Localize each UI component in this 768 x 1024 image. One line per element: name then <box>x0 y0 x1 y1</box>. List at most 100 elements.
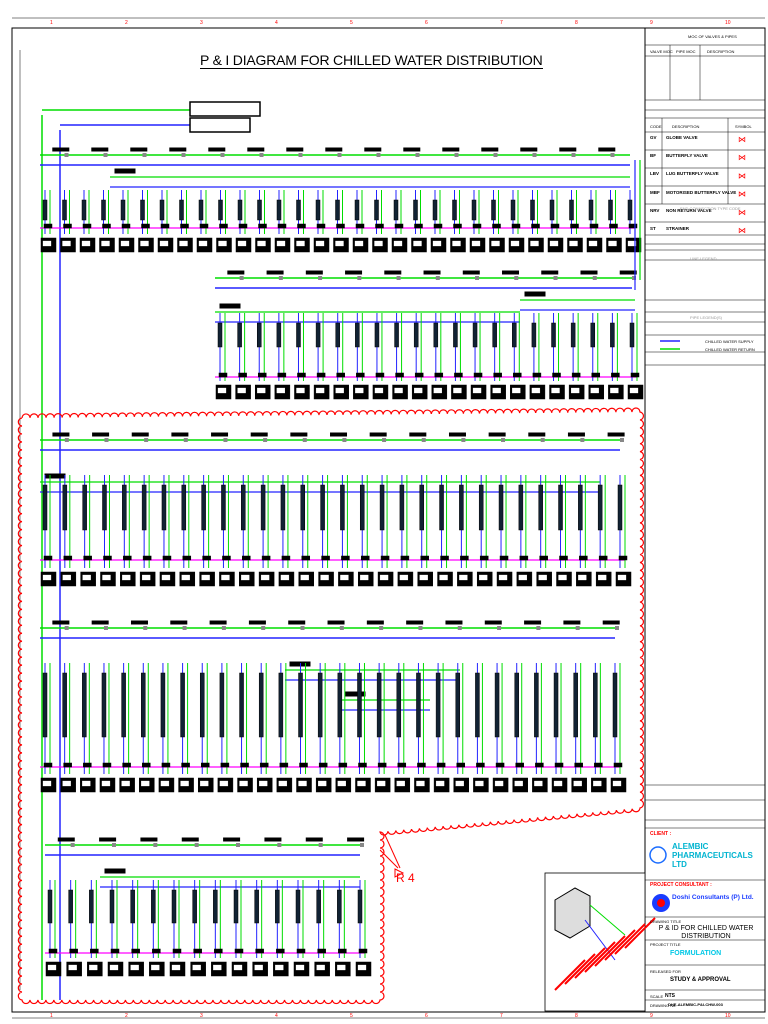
isolation-valve-icon <box>338 948 347 954</box>
isolation-valve-icon <box>122 762 131 768</box>
ahu-unit-label <box>549 240 559 247</box>
line-tag <box>305 270 323 275</box>
isolation-valve-icon <box>43 223 53 229</box>
line-tag <box>44 473 66 479</box>
pipe-fitting-icon <box>339 626 344 630</box>
line-tag <box>170 620 188 625</box>
ahu-unit-label <box>109 964 119 971</box>
drawing-title: P & I DIAGRAM FOR CHILLED WATER DISTRIBU… <box>200 52 543 69</box>
ahu-unit-label <box>432 240 442 247</box>
ahu-unit-label <box>62 574 71 581</box>
grid-column-number: 7 <box>500 1013 503 1019</box>
ahu-unit-label <box>573 780 582 787</box>
isolation-valve-icon <box>316 223 326 229</box>
valve-train-icon <box>68 889 73 924</box>
valve-train-icon <box>578 484 583 531</box>
pipe-fitting-icon <box>461 438 466 442</box>
isolation-valve-icon <box>598 555 608 561</box>
line-tag <box>524 620 542 625</box>
pipe-legend-heading: PIPE LEGEND(S) <box>690 315 723 320</box>
isolation-valve-icon <box>242 555 251 561</box>
isolation-valve-icon <box>43 555 53 561</box>
pipe-fitting-icon <box>620 438 624 442</box>
isolation-valve-icon <box>454 372 463 378</box>
isolation-valve-icon <box>513 372 522 378</box>
valve-train-icon <box>320 484 325 531</box>
valve-train-icon <box>233 889 239 924</box>
valve-train-icon <box>340 484 345 531</box>
ahu-unit-label <box>475 780 484 787</box>
line-tag <box>91 147 109 152</box>
valve-train-icon <box>300 484 306 531</box>
valve-train-icon <box>335 322 340 348</box>
isolation-valve-icon <box>83 555 92 561</box>
valve-train-icon <box>478 484 484 531</box>
ahu-unit-label <box>416 780 425 787</box>
ahu-unit-label <box>335 240 344 247</box>
valve-train-icon <box>590 322 596 348</box>
valve-description: BUTTERFLY VALVE <box>666 153 708 159</box>
valve-train-icon <box>494 672 500 738</box>
ahu-unit-label <box>318 780 327 787</box>
isolation-valve-icon <box>460 555 469 561</box>
valve-col-desc: DESCRIPTION <box>672 124 700 129</box>
isolation-valve-icon <box>539 555 548 561</box>
grid-column-number: 5 <box>350 1013 353 1019</box>
ahu-unit-label <box>570 387 580 394</box>
valve-train-icon <box>335 199 340 221</box>
ahu-unit-label <box>590 387 599 394</box>
valve-train-icon <box>492 322 497 348</box>
line-tag <box>130 147 148 152</box>
valve-train-icon <box>151 889 156 924</box>
line-tag <box>559 147 577 152</box>
isolation-valve-icon <box>257 372 267 378</box>
consultant-name: Doshi Consultants (P) Ltd. <box>672 894 754 901</box>
released-for-label: RELEASED FOR <box>650 969 681 974</box>
ahu-unit-label <box>42 574 52 581</box>
valve-train-icon <box>617 484 623 531</box>
isolation-valve-icon <box>110 948 120 954</box>
isolation-valve-icon <box>219 223 228 229</box>
pipe-fitting-icon <box>104 438 109 442</box>
valve-train-icon <box>102 484 107 531</box>
isolation-valve-icon <box>318 762 328 768</box>
line-tag <box>92 432 110 437</box>
line-tag <box>219 303 241 309</box>
valve-train-icon <box>192 889 197 924</box>
ahu-unit-label <box>160 780 170 787</box>
pipe-fitting-icon <box>457 626 462 630</box>
ahu-unit-label <box>181 574 190 581</box>
valve-train-icon <box>198 199 204 221</box>
line-tag <box>384 270 402 275</box>
isolation-valve-icon <box>181 762 190 768</box>
valve-train-icon <box>549 199 555 221</box>
line-tag <box>131 432 149 437</box>
ahu-unit-label <box>198 240 208 247</box>
valve-train-icon <box>416 672 421 738</box>
isolation-valve-icon <box>142 762 151 768</box>
pipe-fitting-icon <box>220 153 225 157</box>
pipe-fitting-icon <box>493 153 498 157</box>
pipe-fitting-icon <box>553 276 558 280</box>
ahu-unit-label <box>82 574 91 581</box>
isolation-valve-icon <box>63 223 72 229</box>
ahu-unit-label <box>357 964 367 971</box>
isolation-valve-icon <box>299 762 308 768</box>
valve-train-icon <box>213 889 218 924</box>
valve-train-icon <box>452 199 457 221</box>
isolation-valve-icon <box>532 372 542 378</box>
ahu-unit-label <box>453 387 462 394</box>
project-title: FORMULATION <box>670 950 722 957</box>
grid-column-number: 8 <box>575 1013 578 1019</box>
valve-train-icon <box>199 672 205 738</box>
valve-train-icon <box>239 672 244 738</box>
ahu-unit-label <box>492 387 501 394</box>
pipe-fitting-icon <box>615 626 619 630</box>
valve-train-icon <box>530 199 535 221</box>
isolation-valve-icon <box>131 948 140 954</box>
grid-column-number: 1 <box>50 1013 53 1019</box>
line-tag <box>181 837 199 842</box>
pipe-fitting-icon <box>421 438 426 442</box>
line-tag <box>289 661 311 667</box>
isolation-valve-icon <box>258 223 267 229</box>
